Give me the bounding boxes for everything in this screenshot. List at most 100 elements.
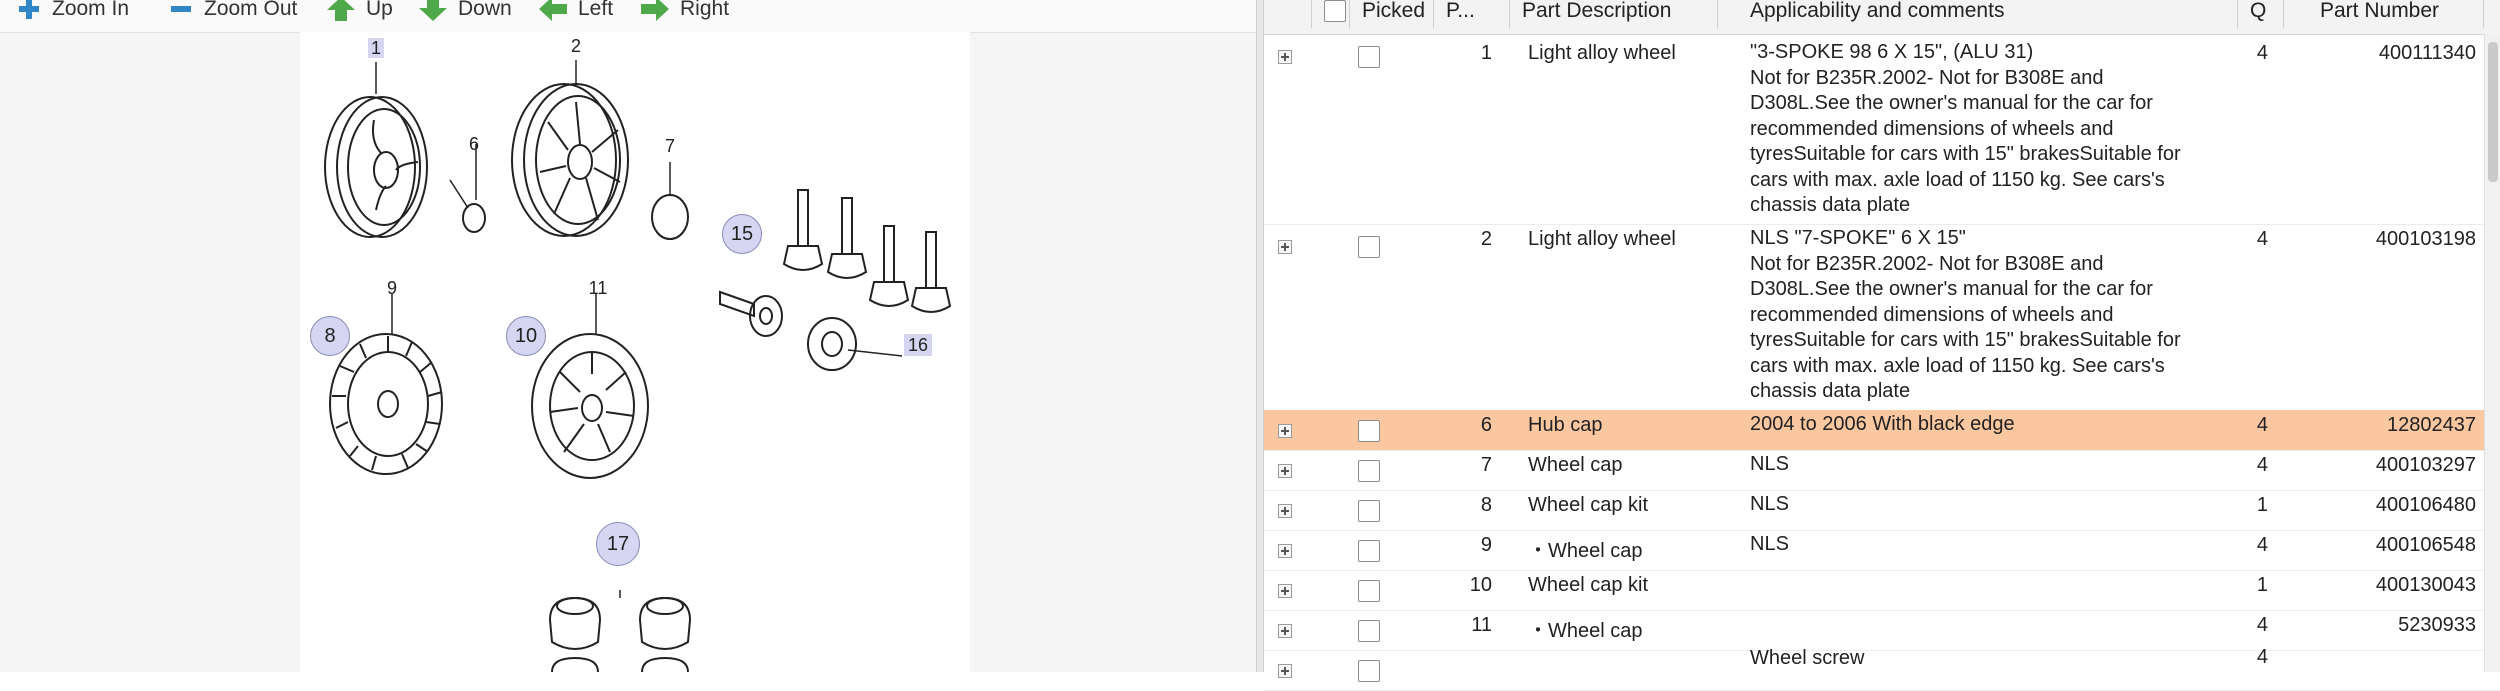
row-qty: 4: [2256, 414, 2268, 436]
picked-checkbox[interactable]: [1358, 620, 1380, 642]
row-description: ・Wheel cap: [1528, 620, 1643, 642]
callout-16[interactable]: 16: [904, 334, 932, 356]
callout-7[interactable]: 7: [662, 136, 678, 156]
expand-row-icon[interactable]: [1278, 464, 1292, 478]
pan-up-button[interactable]: Up: [326, 0, 393, 24]
table-row[interactable]: 2 Light alloy wheel NLS "7-SPOKE" 6 X 15…: [1264, 224, 2500, 411]
callout-17[interactable]: 17: [596, 522, 640, 566]
pan-up-label: Up: [366, 0, 393, 20]
pan-down-button[interactable]: Down: [418, 0, 512, 24]
row-qty: 4: [2256, 614, 2268, 636]
zoom-in-button[interactable]: Zoom In: [16, 0, 129, 24]
callout-2[interactable]: 2: [568, 36, 584, 56]
row-position: 6: [1480, 414, 1492, 436]
expand-row-icon[interactable]: [1278, 624, 1292, 638]
wheel-1-drawing: [324, 96, 428, 238]
row-comments: NLS: [1750, 493, 1789, 515]
picked-checkbox[interactable]: [1358, 580, 1380, 602]
picked-checkbox[interactable]: [1358, 46, 1380, 68]
callout-11[interactable]: 11: [584, 278, 612, 298]
table-row[interactable]: 1 Light alloy wheel "3-SPOKE 98 6 X 15",…: [1264, 34, 2500, 225]
pane-splitter[interactable]: [1256, 0, 1264, 672]
expand-row-icon[interactable]: [1278, 664, 1292, 678]
row-part-number: 400106480: [2375, 494, 2476, 516]
callout-8[interactable]: 8: [310, 316, 350, 356]
row-comments: Wheel screw: [1750, 647, 1865, 669]
column-header-description[interactable]: Part Description: [1510, 0, 1718, 28]
pan-right-label: Right: [680, 0, 730, 20]
wheel-2-drawing: [511, 83, 629, 237]
row-comments: NLS: [1750, 533, 1789, 555]
picked-checkbox[interactable]: [1358, 460, 1380, 482]
row-description: ・Wheel cap: [1528, 540, 1643, 562]
row-position: 7: [1480, 454, 1492, 476]
row-description: Wheel cap kit: [1528, 494, 1649, 516]
table-row[interactable]: 11 ・Wheel cap 4 5230933: [1264, 610, 2500, 651]
row-qty: 4: [2256, 646, 2268, 668]
callout-9[interactable]: 9: [382, 278, 402, 298]
expand-row-icon[interactable]: [1278, 424, 1292, 438]
wheel-cap-11-drawing: [531, 333, 649, 479]
row-description: Wheel cap kit: [1528, 574, 1649, 596]
wheel-bolts-15-drawing: [719, 189, 952, 337]
wheel-cap-7-drawing: [651, 194, 689, 240]
expand-row-icon[interactable]: [1278, 504, 1292, 518]
pan-right-button[interactable]: Right: [640, 0, 729, 24]
row-position: 9: [1480, 534, 1492, 556]
arrow-up-icon: [327, 0, 355, 21]
pan-left-button[interactable]: Left: [538, 0, 613, 24]
plus-icon: [19, 0, 39, 19]
table-row[interactable]: 8 Wheel cap kit NLS 1 400106480: [1264, 490, 2500, 531]
table-row[interactable]: 9 ・Wheel cap NLS 4 400106548: [1264, 530, 2500, 571]
table-row-selected[interactable]: 6 Hub cap 2004 to 2006 With black edge 4…: [1264, 410, 2500, 451]
picked-checkbox[interactable]: [1358, 420, 1380, 442]
picked-checkbox[interactable]: [1358, 540, 1380, 562]
row-comments: 2004 to 2006 With black edge: [1750, 413, 2015, 435]
expand-column-header: [1264, 0, 1312, 28]
table-row[interactable]: 10 Wheel cap kit 1 400130043: [1264, 570, 2500, 611]
arrow-down-icon: [419, 0, 447, 21]
row-part-number: 5230933: [2398, 614, 2476, 636]
select-all-checkbox[interactable]: [1324, 0, 1346, 22]
row-position: 2: [1480, 228, 1492, 250]
diagram-pane: Zoom In Zoom Out Up Down Left Right 1 2 …: [0, 0, 1256, 673]
column-header-position[interactable]: P...: [1434, 0, 1510, 28]
picked-checkbox[interactable]: [1358, 660, 1380, 682]
caps-17-drawing: [548, 596, 692, 673]
scrollbar-thumb[interactable]: [2488, 42, 2498, 182]
wheel-cap-9-drawing: [329, 333, 443, 475]
callout-1[interactable]: 1: [368, 38, 384, 58]
callout-10[interactable]: 10: [506, 316, 546, 356]
row-description: Hub cap: [1528, 414, 1603, 436]
expand-row-icon[interactable]: [1278, 584, 1292, 598]
picked-checkbox[interactable]: [1358, 236, 1380, 258]
zoom-out-button[interactable]: Zoom Out: [168, 0, 297, 24]
grid-vertical-scrollbar[interactable]: [2484, 34, 2500, 672]
row-part-number: 400103198: [2375, 228, 2476, 250]
table-row[interactable]: Wheel screw 4: [1264, 646, 2500, 691]
zoom-in-label: Zoom In: [52, 0, 130, 20]
row-qty: 4: [2256, 228, 2268, 250]
row-position: 10: [1469, 574, 1492, 596]
row-comments: NLS "7-SPOKE" 6 X 15" Not for B235R.2002…: [1750, 227, 2181, 402]
picked-checkbox[interactable]: [1358, 500, 1380, 522]
column-header-picked[interactable]: Picked: [1350, 0, 1434, 28]
row-description: Light alloy wheel: [1528, 228, 1676, 250]
expand-row-icon[interactable]: [1278, 240, 1292, 254]
column-header-qty[interactable]: Q: [2238, 0, 2284, 28]
pan-down-label: Down: [458, 0, 512, 20]
expand-row-icon[interactable]: [1278, 50, 1292, 64]
callout-6[interactable]: 6: [466, 134, 482, 154]
expand-row-icon[interactable]: [1278, 544, 1292, 558]
arrow-right-icon: [641, 0, 669, 21]
row-part-number: 400106548: [2375, 534, 2476, 556]
callout-15[interactable]: 15: [722, 214, 762, 254]
column-header-comments[interactable]: Applicability and comments: [1738, 0, 2238, 28]
exploded-parts-diagram[interactable]: 1 2 6 7 8 9 10 11 15 16 17: [300, 32, 970, 673]
row-part-number: 400130043: [2375, 574, 2476, 596]
column-header-part-number[interactable]: Part Number: [2284, 0, 2484, 28]
row-part-number: 400103297: [2375, 454, 2476, 476]
row-position: 11: [1471, 614, 1492, 636]
table-row[interactable]: 7 Wheel cap NLS 4 400103297: [1264, 450, 2500, 491]
row-position: 1: [1480, 42, 1492, 64]
